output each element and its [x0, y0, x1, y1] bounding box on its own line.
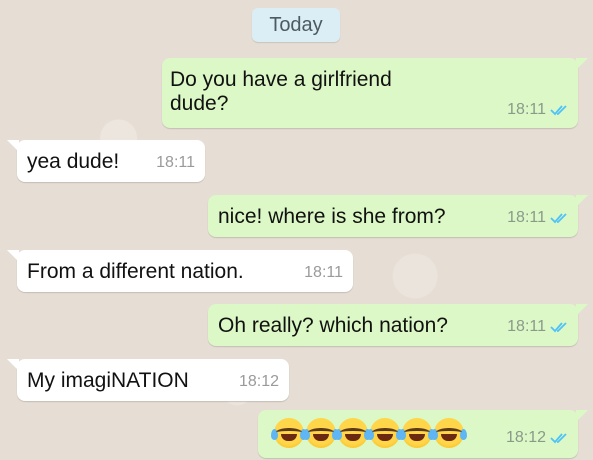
message-bubble-incoming[interactable]: yea dude! 18:11 — [7, 140, 205, 182]
date-chip: Today — [252, 8, 340, 42]
face-with-tears-of-joy-icon — [271, 418, 307, 448]
message-time: 18:12 — [505, 429, 546, 446]
message-meta: 18:11 — [304, 260, 343, 285]
message-text-line-1: Do you have a girlfriend — [170, 68, 392, 91]
message-time: 18:11 — [507, 318, 546, 335]
read-double-check-icon — [550, 104, 567, 115]
message-meta: 18:12 — [239, 369, 279, 394]
message-time: 18:11 — [304, 264, 343, 281]
message-bubble-outgoing[interactable]: nice! where is she from? 18:11 — [208, 195, 588, 237]
message-time: 18:11 — [507, 101, 546, 118]
message-text: Oh really? which nation? — [218, 314, 448, 337]
face-with-tears-of-joy-icon — [431, 418, 467, 448]
message-meta: 18:11 — [507, 205, 570, 230]
face-with-tears-of-joy-icon — [399, 418, 435, 448]
message-text: nice! where is she from? — [218, 205, 446, 228]
message-time: 18:12 — [238, 373, 279, 390]
message-time: 18:11 — [507, 209, 546, 226]
read-double-check-icon — [550, 432, 567, 443]
message-text-line-2: dude? — [170, 92, 229, 115]
message-bubble-incoming[interactable]: My imagiNATION 18:12 — [7, 359, 289, 401]
emoji-row — [271, 418, 467, 448]
message-time: 18:11 — [156, 154, 195, 171]
read-double-check-icon — [550, 212, 567, 223]
face-with-tears-of-joy-icon — [335, 418, 371, 448]
message-meta: 18:11 — [507, 97, 570, 122]
face-with-tears-of-joy-icon — [303, 418, 339, 448]
message-text: My imagiNATION — [27, 369, 189, 392]
message-meta: 18:11 — [507, 314, 570, 339]
message-text: yea dude! — [27, 150, 120, 173]
message-meta: 18:11 — [156, 150, 195, 175]
message-bubble-incoming[interactable]: From a different nation. 18:11 — [7, 250, 353, 292]
face-with-tears-of-joy-icon — [367, 418, 403, 448]
read-double-check-icon — [550, 321, 567, 332]
message-text: From a different nation. — [27, 260, 244, 283]
message-bubble-outgoing[interactable]: Oh really? which nation? 18:11 — [208, 304, 588, 346]
message-meta: 18:12 — [506, 425, 570, 450]
message-bubble-outgoing[interactable]: 18:12 — [258, 410, 588, 458]
message-bubble-outgoing[interactable]: Do you have a girlfriend dude? 18:11 — [162, 58, 588, 128]
